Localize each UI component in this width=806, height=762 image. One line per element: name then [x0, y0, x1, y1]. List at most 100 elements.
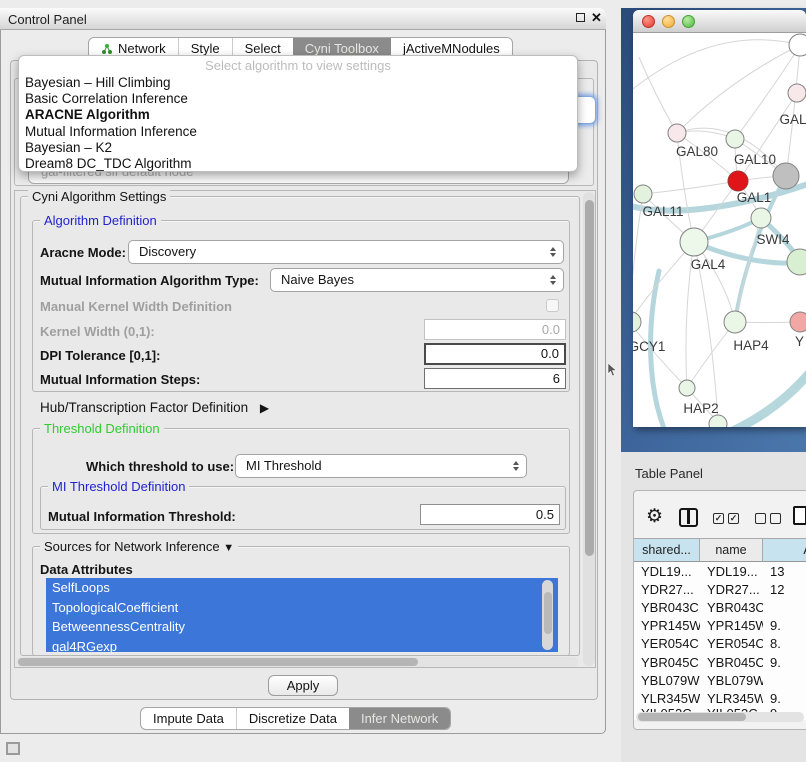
mi-type-label: Mutual Information Algorithm Type: — [40, 273, 259, 288]
kernel-width-field[interactable]: 0.0 — [424, 319, 566, 340]
node-right-green[interactable] — [787, 249, 806, 275]
list-item[interactable]: SelfLoops — [46, 578, 558, 598]
node-gal1[interactable] — [728, 171, 748, 191]
mi-steps-field[interactable]: 6 — [424, 368, 566, 389]
list-vertical-scrollbar[interactable] — [542, 580, 553, 650]
column-header-partial[interactable]: A — [763, 538, 806, 562]
node-gal11[interactable] — [634, 185, 652, 203]
table-horizontal-scrollbar[interactable] — [636, 712, 804, 722]
group-title: Sources for Network Inference ▼ — [40, 539, 238, 554]
node-hap4[interactable] — [724, 311, 746, 333]
tab-discretize-data[interactable]: Discretize Data — [236, 708, 349, 729]
columns-icon[interactable] — [679, 508, 698, 527]
table-row[interactable]: YLR345WYLR345W9. — [634, 689, 806, 707]
popup-item-bayesian-hill-climbing[interactable]: Bayesian – Hill Climbing — [19, 75, 577, 91]
control-panel-titlebar[interactable] — [0, 8, 606, 30]
mi-type-combo[interactable]: Naive Bayes — [270, 268, 564, 292]
cell: YER054C — [700, 636, 763, 651]
table-row[interactable]: YER054CYER054C8. — [634, 635, 806, 653]
dpi-tolerance-field[interactable]: 0.0 — [424, 343, 566, 365]
column-header-name[interactable]: name — [700, 538, 763, 562]
hub-definition-toggle[interactable]: Hub/Transcription Factor Definition ▶ — [40, 400, 269, 415]
node-label-hap4: HAP4 — [733, 338, 769, 353]
document-icon[interactable] — [793, 506, 806, 525]
deselect-all-columns-icon[interactable] — [755, 513, 781, 524]
node-bottom[interactable] — [709, 415, 727, 427]
node-label-hap2: HAP2 — [683, 401, 718, 416]
popup-item-basic-correlation[interactable]: Basic Correlation Inference — [19, 91, 577, 107]
popup-item-bayesian-k2[interactable]: Bayesian – K2 — [19, 140, 577, 156]
group-title: Algorithm Definition — [40, 213, 161, 228]
unchecked-box-icon — [770, 513, 781, 524]
mi-threshold-field[interactable]: 0.5 — [420, 504, 560, 525]
node-gal4[interactable] — [680, 228, 708, 256]
node-gal-partial[interactable] — [788, 84, 806, 102]
zoom-traffic-light-icon[interactable] — [682, 15, 695, 28]
cell: YBR043C — [634, 600, 700, 615]
mouse-cursor — [607, 363, 618, 377]
panel-toggle-icon[interactable] — [6, 742, 20, 755]
node-label-y-partial: Y — [795, 334, 804, 349]
node-y-partial[interactable] — [790, 312, 806, 332]
network-view-window[interactable]: GAL80 GAL10 GAL1 GAL11 GAL4 SWI4 GCY1 HA… — [633, 10, 806, 427]
table-row[interactable]: YDL19...YDL19...13 — [634, 562, 806, 580]
manual-kernel-label: Manual Kernel Width Definition — [40, 299, 232, 314]
which-threshold-combo[interactable]: MI Threshold — [235, 454, 527, 478]
table-row[interactable]: YDR27...YDR27...12 — [634, 580, 806, 598]
aracne-mode-combo[interactable]: Discovery — [128, 240, 564, 264]
cell: YBL079W — [634, 673, 700, 688]
data-attributes-list[interactable]: SelfLoops TopologicalCoefficient Between… — [46, 578, 558, 652]
chevron-down-icon[interactable]: ▼ — [223, 542, 234, 554]
minimize-traffic-light-icon[interactable] — [662, 15, 675, 28]
node-label-gcy1: GCY1 — [633, 339, 665, 354]
column-header-shared-name[interactable]: shared... — [634, 538, 700, 562]
cell: 12 — [763, 582, 806, 597]
network-tab-icon — [101, 43, 113, 55]
scrollbar-thumb[interactable] — [18, 658, 418, 666]
popup-item-aracne[interactable]: ARACNE Algorithm — [19, 107, 577, 123]
node-gal80[interactable] — [668, 124, 686, 142]
screen: GAL80 GAL10 GAL1 GAL11 GAL4 SWI4 GCY1 HA… — [0, 0, 806, 762]
scrollbar-thumb[interactable] — [544, 592, 552, 634]
unchecked-box-icon — [755, 513, 766, 524]
scrollbar-thumb[interactable] — [638, 713, 746, 721]
select-all-columns-icon[interactable]: ✓ ✓ — [713, 513, 739, 524]
table-row[interactable]: YBR043CYBR043C — [634, 598, 806, 616]
node-unnamed-top[interactable] — [789, 34, 806, 56]
node-gray-hub[interactable] — [773, 163, 799, 189]
table-row[interactable]: YBR045CYBR045C9. — [634, 653, 806, 671]
node-swi4[interactable] — [751, 208, 771, 228]
table-row[interactable]: YPR145WYPR145W9. — [634, 617, 806, 635]
hub-definition-label: Hub/Transcription Factor Definition — [40, 400, 248, 415]
scrollbar-thumb[interactable] — [585, 200, 594, 556]
cell: 8. — [763, 636, 806, 651]
close-traffic-light-icon[interactable] — [642, 15, 655, 28]
manual-kernel-checkbox[interactable] — [546, 299, 559, 312]
network-canvas[interactable]: GAL80 GAL10 GAL1 GAL11 GAL4 SWI4 GCY1 HA… — [633, 33, 806, 427]
list-item[interactable]: TopologicalCoefficient — [46, 598, 558, 618]
kernel-width-label: Kernel Width (0,1): — [40, 324, 155, 339]
gear-icon[interactable]: ⚙ — [646, 505, 663, 528]
settings-horizontal-scrollbar[interactable] — [16, 657, 578, 667]
float-window-icon[interactable] — [576, 13, 585, 22]
node-gal10[interactable] — [726, 130, 744, 148]
list-item[interactable]: BetweennessCentrality — [46, 617, 558, 637]
apply-button[interactable]: Apply — [268, 675, 338, 696]
tab-label: Discretize Data — [249, 708, 337, 729]
settings-vertical-scrollbar[interactable] — [583, 192, 595, 666]
node-gcy1[interactable] — [633, 312, 641, 332]
list-item[interactable]: gal4RGexp — [46, 637, 558, 653]
popup-item-mutual-information[interactable]: Mutual Information Inference — [19, 124, 577, 140]
control-panel-title: Control Panel — [8, 12, 87, 27]
tab-infer-network[interactable]: Infer Network — [349, 708, 450, 729]
tab-impute-data[interactable]: Impute Data — [141, 708, 236, 729]
node-hap2[interactable] — [679, 380, 695, 396]
node-label-gal11: GAL11 — [642, 204, 683, 219]
network-window-titlebar[interactable] — [633, 10, 806, 33]
close-icon[interactable]: ✕ — [591, 10, 602, 26]
cell: 9. — [763, 691, 806, 706]
cell: YDR27... — [634, 582, 700, 597]
popup-item-dream8[interactable]: Dream8 DC_TDC Algorithm — [19, 156, 577, 172]
table-row[interactable]: YBL079WYBL079W — [634, 671, 806, 689]
network-graph: GAL80 GAL10 GAL1 GAL11 GAL4 SWI4 GCY1 HA… — [633, 33, 806, 427]
